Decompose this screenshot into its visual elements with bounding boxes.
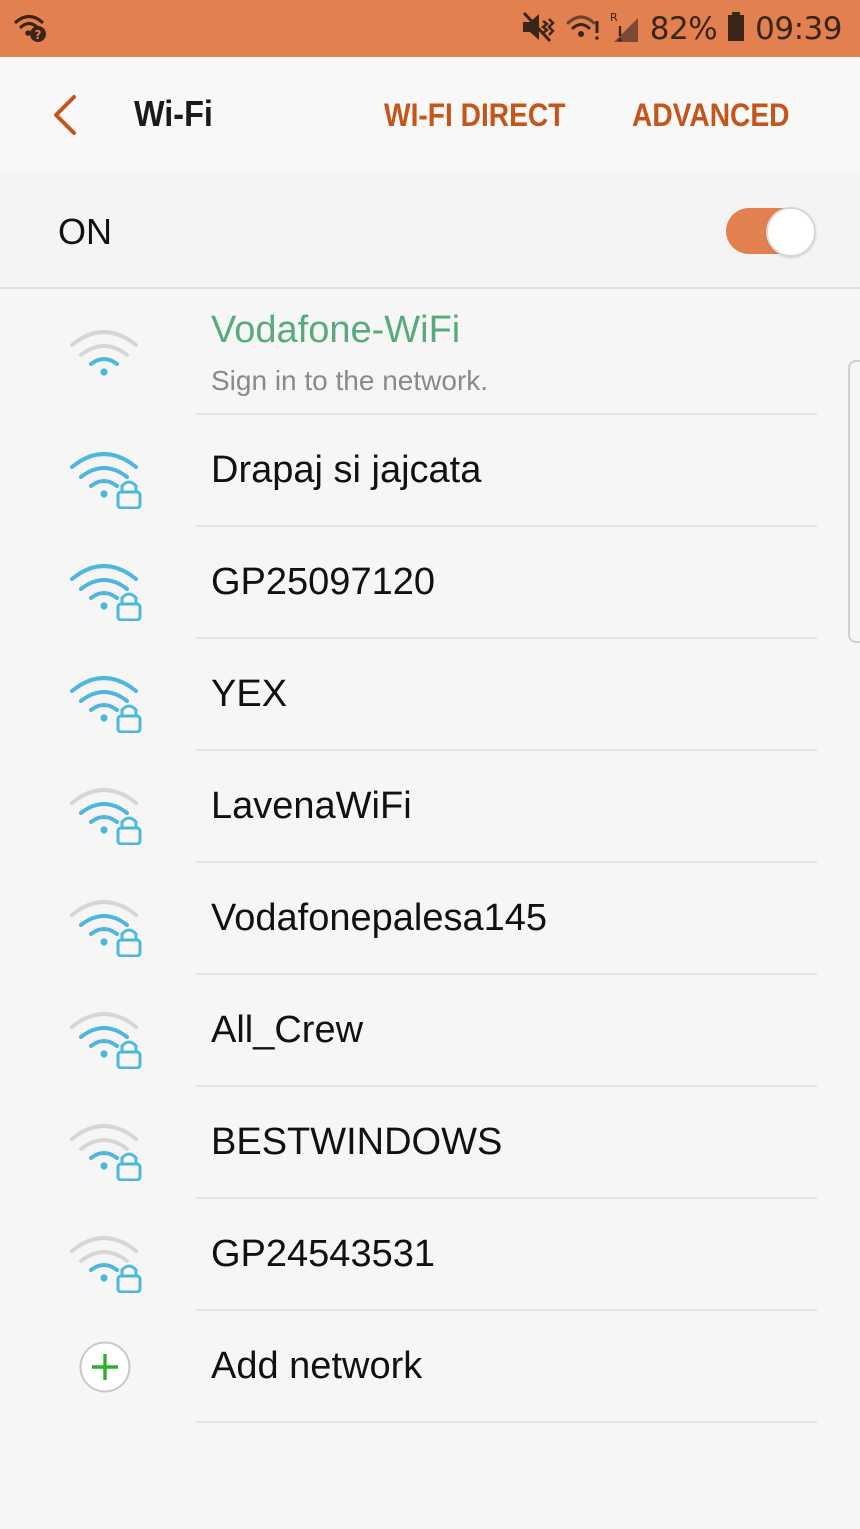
wifi-signal-icon <box>566 11 600 48</box>
status-bar: ? R 82% 09:39 <box>0 0 860 57</box>
network-list: Vodafone-WiFi Sign in to the network. Dr… <box>0 289 860 1423</box>
network-status: Sign in to the network. <box>211 365 489 396</box>
wifi-toggle-switch[interactable] <box>726 206 816 257</box>
battery-icon <box>727 11 745 47</box>
network-row[interactable]: All_Crew <box>0 975 860 1087</box>
toggle-knob <box>766 207 816 257</box>
page-title: Wi-Fi <box>134 93 213 134</box>
wifi-lock-icon <box>66 669 146 734</box>
wifi-lock-icon <box>66 1005 146 1070</box>
wifi-lock-icon <box>66 1117 146 1182</box>
svg-text:?: ? <box>35 28 42 42</box>
roaming-signal-icon: R <box>610 10 640 49</box>
network-name: GP25097120 <box>211 561 435 603</box>
network-name: Vodafone-WiFi <box>211 309 461 351</box>
back-button[interactable] <box>42 91 90 139</box>
network-row[interactable]: YEX <box>0 639 860 751</box>
network-name: Vodafonepalesa145 <box>211 897 547 939</box>
wifi-lock-icon <box>66 781 146 846</box>
plus-circle-icon <box>79 1341 131 1393</box>
network-name: BESTWINDOWS <box>211 1121 503 1163</box>
wifi-toggle-row[interactable]: ON <box>0 173 860 289</box>
svg-text:R: R <box>610 11 618 24</box>
wifi-lock-icon <box>66 1229 146 1294</box>
toggle-label: ON <box>58 211 112 252</box>
network-row[interactable]: Drapaj si jajcata <box>0 415 860 527</box>
clock: 09:39 <box>755 11 842 47</box>
app-bar: Wi-Fi WI-FI DIRECT ADVANCED <box>0 57 860 173</box>
network-name: LavenaWiFi <box>211 785 412 827</box>
network-row[interactable]: Vodafonepalesa145 <box>0 863 860 975</box>
network-row[interactable]: GP25097120 <box>0 527 860 639</box>
network-row[interactable]: BESTWINDOWS <box>0 1087 860 1199</box>
wifi-lock-icon <box>66 557 146 622</box>
battery-percent: 82% <box>649 11 718 47</box>
network-row[interactable]: LavenaWiFi <box>0 751 860 863</box>
network-row[interactable]: Vodafone-WiFi Sign in to the network. <box>0 289 860 415</box>
network-name: GP24543531 <box>211 1233 435 1275</box>
vibrate-mute-icon <box>520 11 556 48</box>
wifi-question-icon: ? <box>14 12 48 49</box>
network-name: All_Crew <box>211 1009 364 1051</box>
add-network-row[interactable]: Add network <box>0 1311 860 1423</box>
add-network-label: Add network <box>211 1345 423 1387</box>
chevron-left-icon <box>54 95 76 135</box>
network-name: Drapaj si jajcata <box>211 449 482 491</box>
network-row[interactable]: GP24543531 <box>0 1199 860 1311</box>
screen: ? R 82% 09:39 Wi-Fi WI-FI DIRECT ADVANCE… <box>0 0 860 1529</box>
advanced-button[interactable]: ADVANCED <box>632 97 789 134</box>
wifi-direct-button[interactable]: WI-FI DIRECT <box>384 97 565 134</box>
wifi-lock-icon <box>66 445 146 510</box>
network-name: YEX <box>211 673 288 715</box>
wifi-lock-icon <box>66 893 146 958</box>
wifi-signal-icon <box>66 323 146 387</box>
divider <box>196 1421 817 1423</box>
